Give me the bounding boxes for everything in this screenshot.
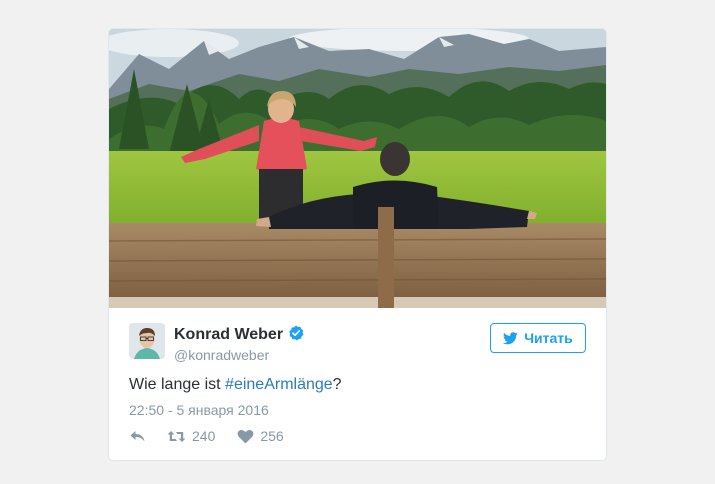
author-identity[interactable]: Konrad Weber @konradweber <box>174 325 304 364</box>
retweet-count: 240 <box>192 428 216 444</box>
tweet-header: Konrad Weber @konradweber Читать <box>129 323 586 363</box>
author-avatar[interactable] <box>129 323 165 359</box>
tweet-text-start: Wie lange ist <box>129 376 226 393</box>
follow-button[interactable]: Читать <box>490 323 586 353</box>
retweet-icon <box>167 430 186 442</box>
tweet-timestamp[interactable]: 22:50 - 5 января 2016 <box>129 401 269 419</box>
reply-button[interactable] <box>129 429 146 444</box>
like-count: 256 <box>260 428 284 444</box>
reply-icon <box>130 430 145 441</box>
author-avatar-image <box>129 323 165 359</box>
heart-icon <box>237 429 254 443</box>
tweet-photo-image <box>109 29 606 308</box>
author-name[interactable]: Konrad Weber <box>174 326 283 344</box>
tweet-text: Wie lange ist #eineArmlänge? <box>129 375 342 395</box>
tweet-actions: 240 256 <box>129 428 284 444</box>
like-button[interactable]: 256 <box>237 428 284 444</box>
hashtag-link[interactable]: #eineArmlänge <box>225 376 333 393</box>
twitter-bird-icon <box>503 331 518 344</box>
follow-button-label: Читать <box>524 330 573 346</box>
embedded-tweet-card: Konrad Weber @konradweber Читать Wie lan… <box>108 28 607 461</box>
verified-badge-icon <box>289 325 304 341</box>
tweet-photo[interactable] <box>109 29 606 308</box>
tweet-text-end: ? <box>332 376 342 393</box>
author-handle[interactable]: @konradweber <box>174 346 304 364</box>
retweet-button[interactable]: 240 <box>167 428 215 444</box>
